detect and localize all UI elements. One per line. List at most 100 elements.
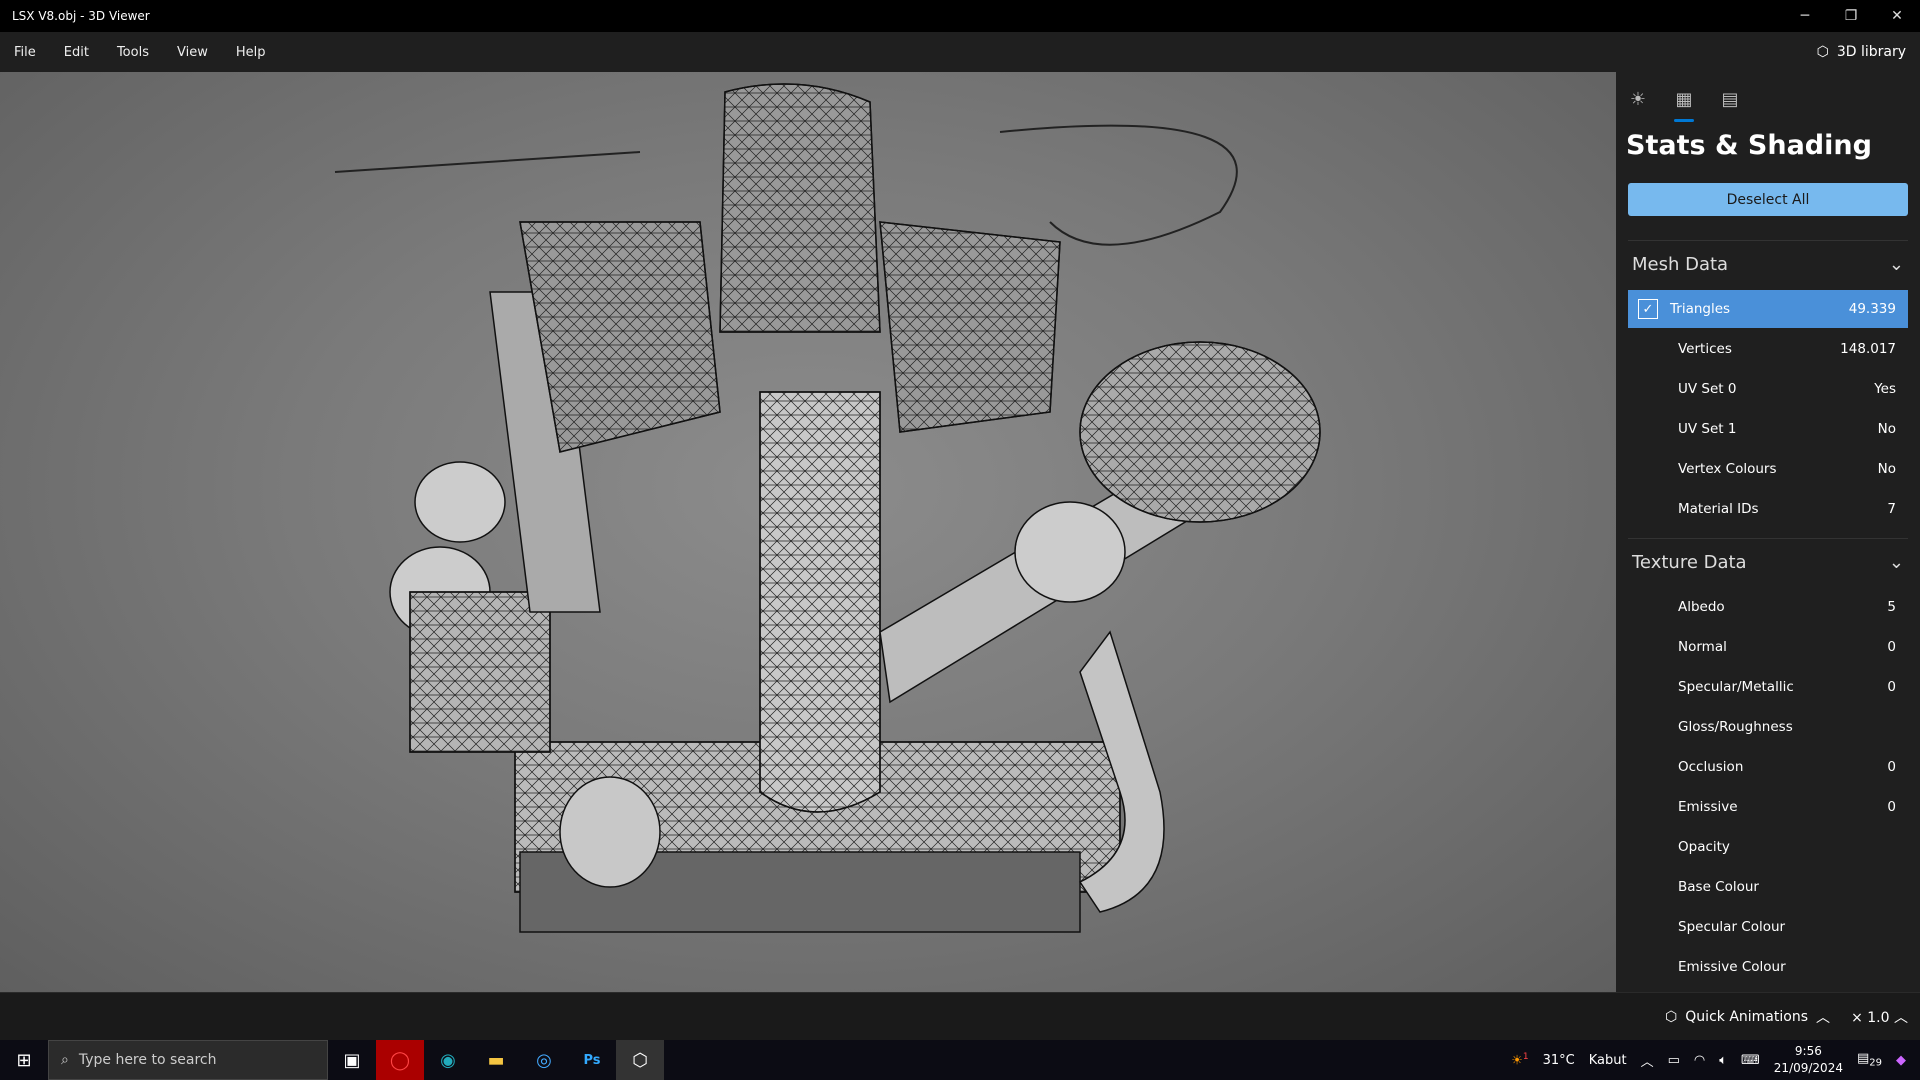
- checkbox-checked-icon[interactable]: ✓: [1638, 299, 1658, 319]
- menu-view[interactable]: View: [163, 45, 222, 60]
- mesh-data-header[interactable]: Mesh Data ⌄: [1628, 244, 1908, 284]
- animation-cube-icon: ⬡: [1665, 1009, 1678, 1025]
- row-value: 0: [1887, 759, 1896, 775]
- window-title: LSX V8.obj - 3D Viewer: [12, 9, 150, 23]
- weather-temp[interactable]: 31°C: [1543, 1053, 1575, 1068]
- close-button[interactable]: ✕: [1874, 0, 1920, 32]
- menu-bar: File Edit Tools View Help: [0, 32, 1920, 72]
- row-value: 49.339: [1848, 301, 1896, 317]
- texture-row-specular-metallic: Specular/Metallic 0: [1628, 668, 1908, 706]
- copilot-icon[interactable]: ◆: [1896, 1053, 1906, 1068]
- row-label: Vertices: [1678, 341, 1732, 357]
- row-value: 148.017: [1840, 341, 1896, 357]
- chrome-icon[interactable]: ◎: [520, 1040, 568, 1080]
- texture-row-emissive: Emissive 0: [1628, 788, 1908, 826]
- divider: [1628, 538, 1908, 539]
- texture-row-gloss-roughness: Gloss/Roughness: [1628, 708, 1908, 746]
- texture-row-albedo: Albedo 5: [1628, 588, 1908, 626]
- time: 9:56: [1794, 1044, 1822, 1058]
- search-icon: ⌕: [61, 1052, 69, 1068]
- 3d-viewer-taskbar-icon[interactable]: ⬡: [616, 1040, 664, 1080]
- row-value: 0: [1887, 799, 1896, 815]
- quick-animations-label: Quick Animations: [1685, 1009, 1808, 1025]
- edge-icon[interactable]: ◉: [424, 1040, 472, 1080]
- row-label: Emissive: [1678, 799, 1738, 815]
- menu-edit[interactable]: Edit: [50, 45, 103, 60]
- opera-icon[interactable]: ◯: [376, 1040, 424, 1080]
- row-label: Material IDs: [1678, 501, 1759, 517]
- 3d-library-button[interactable]: ⬡ 3D library: [1817, 32, 1906, 72]
- stats-tab-chart-icon[interactable]: ▦: [1672, 84, 1696, 122]
- 3d-viewport[interactable]: [0, 72, 1616, 992]
- notification-count: 29: [1869, 1057, 1882, 1069]
- search-placeholder: Type here to search: [78, 1052, 217, 1068]
- menu-file[interactable]: File: [0, 45, 50, 60]
- row-value: 7: [1887, 501, 1896, 517]
- row-value: 0: [1887, 679, 1896, 695]
- keyboard-icon[interactable]: ⌨: [1741, 1053, 1760, 1068]
- row-label: Occlusion: [1678, 759, 1744, 775]
- row-label: UV Set 1: [1678, 421, 1737, 437]
- mesh-data-label: Mesh Data: [1632, 253, 1729, 275]
- windows-start-icon[interactable]: ⊞: [0, 1040, 48, 1080]
- cube-search-icon: ⬡: [1816, 44, 1829, 60]
- mesh-row-vertices: Vertices 148.017: [1628, 330, 1908, 368]
- panel-title: Stats & Shading: [1626, 130, 1872, 161]
- row-label: UV Set 0: [1678, 381, 1737, 397]
- speed-value: × 1.0: [1851, 1010, 1890, 1026]
- taskbar-search[interactable]: ⌕ Type here to search: [48, 1040, 328, 1080]
- mesh-row-material-ids: Material IDs 7: [1628, 490, 1908, 528]
- weather-text[interactable]: Kabut: [1589, 1053, 1627, 1068]
- texture-data-label: Texture Data: [1632, 551, 1747, 573]
- texture-row-specular-colour: Specular Colour: [1628, 908, 1908, 946]
- row-value: 0: [1887, 639, 1896, 655]
- file-explorer-icon[interactable]: ▬: [472, 1040, 520, 1080]
- texture-row-opacity: Opacity: [1628, 828, 1908, 866]
- date: 21/09/2024: [1773, 1061, 1843, 1075]
- texture-data-header[interactable]: Texture Data ⌄: [1628, 542, 1908, 582]
- speed-selector[interactable]: × 1.0 ︿: [1851, 1007, 1908, 1027]
- mesh-row-vertex-colours: Vertex Colours No: [1628, 450, 1908, 488]
- row-label: Specular Colour: [1678, 919, 1786, 935]
- texture-row-occlusion: Occlusion 0: [1628, 748, 1908, 786]
- wifi-icon[interactable]: ◠: [1694, 1053, 1705, 1068]
- row-label: Normal: [1678, 639, 1727, 655]
- weather-icon[interactable]: ☀1: [1511, 1052, 1528, 1068]
- row-value: No: [1877, 421, 1896, 437]
- texture-row-base-colour: Base Colour: [1628, 868, 1908, 906]
- row-value: Yes: [1874, 381, 1896, 397]
- texture-row-normal: Normal 0: [1628, 628, 1908, 666]
- row-label: Opacity: [1678, 839, 1730, 855]
- chevron-down-icon: ⌄: [1888, 551, 1904, 573]
- mesh-row-uv-set-0: UV Set 0 Yes: [1628, 370, 1908, 408]
- row-label: Base Colour: [1678, 879, 1759, 895]
- animation-bar: ⬡ Quick Animations ︿ × 1.0 ︿: [0, 992, 1920, 1040]
- row-label: Gloss/Roughness: [1678, 719, 1793, 735]
- tray-chevron-up-icon[interactable]: ︿: [1641, 1051, 1654, 1070]
- engine-wireframe-model: [334, 83, 1321, 933]
- chevron-up-icon: ︿: [1894, 1010, 1908, 1026]
- divider: [1628, 240, 1908, 241]
- task-view-icon[interactable]: ▣: [328, 1040, 376, 1080]
- stats-shading-panel: ☀ ▦ ▤ Stats & Shading Deselect All Mesh …: [1616, 72, 1920, 992]
- menu-tools[interactable]: Tools: [103, 45, 163, 60]
- taskbar: ⊞ ⌕ Type here to search ▣ ◯ ◉ ▬ ◎ Ps ⬡ ☀…: [0, 1040, 1920, 1080]
- minimize-button[interactable]: ─: [1782, 0, 1828, 32]
- restore-button[interactable]: ❐: [1828, 0, 1874, 32]
- clock[interactable]: 9:56 21/09/2024: [1774, 1043, 1843, 1077]
- 3d-library-label: 3D library: [1836, 44, 1906, 60]
- chevron-up-icon: ︿: [1816, 1010, 1830, 1026]
- photoshop-icon[interactable]: Ps: [568, 1040, 616, 1080]
- quick-animations-button[interactable]: ⬡ Quick Animations ︿: [1665, 1007, 1830, 1027]
- notifications-icon[interactable]: ▤29: [1857, 1051, 1882, 1069]
- battery-icon[interactable]: ▭: [1668, 1053, 1680, 1068]
- row-value: 5: [1887, 599, 1896, 615]
- volume-icon[interactable]: 🔈︎: [1719, 1053, 1727, 1068]
- mesh-row-triangles[interactable]: ✓ Triangles 49.339: [1628, 290, 1908, 328]
- weather-badge: 1: [1522, 1051, 1529, 1062]
- lighting-tab-sun-icon[interactable]: ☀: [1626, 84, 1650, 114]
- menu-help[interactable]: Help: [222, 45, 280, 60]
- row-value: No: [1877, 461, 1896, 477]
- grid-tab-grid-icon[interactable]: ▤: [1718, 84, 1742, 114]
- deselect-all-button[interactable]: Deselect All: [1628, 183, 1908, 216]
